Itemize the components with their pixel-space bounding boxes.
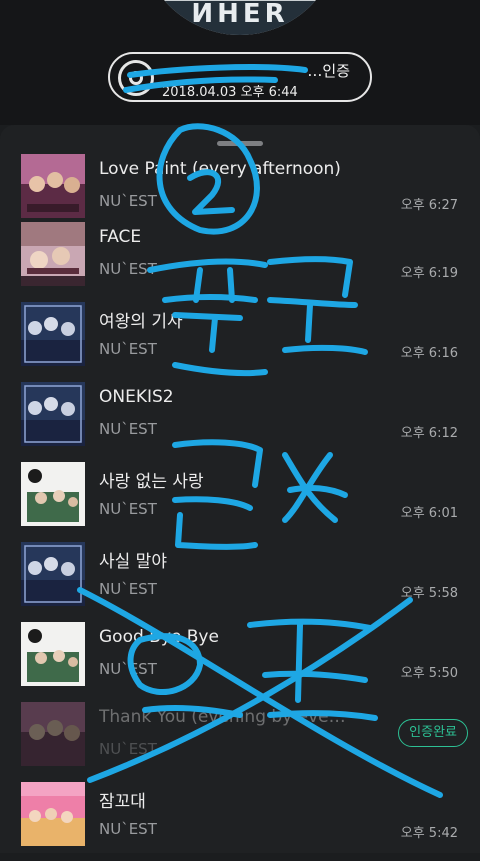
song-time: 오후 5:42: [400, 826, 458, 841]
song-artist: NU`EST: [99, 580, 157, 598]
song-row[interactable]: 잠꼬대 NU`EST 오후 5:42: [0, 781, 480, 861]
song-artist: NU`EST: [99, 820, 157, 838]
album-cover: [21, 702, 85, 766]
song-time: 오후 6:01: [400, 506, 458, 521]
song-title: Thank You (evening by eve…: [99, 707, 346, 727]
album-disc: ИHER: [140, 0, 340, 35]
song-title: FACE: [99, 227, 142, 247]
song-title: ONEKIS2: [99, 387, 174, 407]
song-artist: NU`EST: [99, 420, 157, 438]
song-row[interactable]: 사실 말야 NU`EST 오후 5:58: [0, 541, 480, 621]
song-row[interactable]: Good Bye Bye NU`EST 오후 5:50: [0, 621, 480, 701]
song-time: 오후 5:50: [400, 666, 458, 681]
song-row[interactable]: 사랑 없는 사랑 NU`EST 오후 6:01: [0, 461, 480, 541]
album-cover: [21, 782, 85, 846]
song-title: 사실 말야: [99, 552, 167, 572]
album-cover: [21, 382, 85, 446]
song-title: 잠꼬대: [99, 792, 146, 812]
song-title: Love Paint (every afternoon): [99, 159, 341, 179]
certified-badge: 인증완료: [398, 719, 468, 747]
song-title: 사랑 없는 사랑: [99, 472, 204, 492]
song-artist: NU`EST: [99, 500, 157, 518]
album-cover: [21, 542, 85, 606]
pill-title: …인증: [307, 62, 350, 80]
song-list-panel[interactable]: Love Paint (every afternoon) NU`EST 오후 6…: [0, 125, 480, 853]
song-artist: NU`EST: [99, 660, 157, 678]
song-artist: NU`EST: [99, 740, 157, 758]
song-row[interactable]: FACE NU`EST 오후 6:19: [0, 221, 480, 301]
album-cover: [21, 462, 85, 526]
pill-date: 2018.04.03 오후 6:44: [162, 85, 298, 100]
song-time: 오후 6:16: [400, 346, 458, 361]
song-time: 오후 6:27: [400, 198, 458, 213]
album-cover: [21, 154, 85, 218]
song-time: 오후 6:19: [400, 266, 458, 281]
song-row[interactable]: Thank You (evening by eve… NU`EST 인증완료: [0, 701, 480, 781]
song-time: 오후 5:58: [400, 586, 458, 601]
album-cover: [21, 302, 85, 366]
album-cover: [21, 622, 85, 686]
song-title: Good Bye Bye: [99, 627, 219, 647]
song-artist: NU`EST: [99, 340, 157, 358]
song-row[interactable]: ONEKIS2 NU`EST 오후 6:12: [0, 381, 480, 461]
song-time: 오후 6:12: [400, 426, 458, 441]
song-row[interactable]: 여왕의 기사 NU`EST 오후 6:16: [0, 301, 480, 381]
drag-handle[interactable]: [217, 141, 263, 146]
song-artist: NU`EST: [99, 192, 157, 210]
album-cover: [21, 222, 85, 286]
disc-text: ИHER: [191, 0, 289, 29]
vinyl-icon: [118, 60, 154, 96]
certification-pill[interactable]: …인증 2018.04.03 오후 6:44: [108, 52, 372, 102]
song-artist: NU`EST: [99, 260, 157, 278]
now-playing-header: ИHER …인증 2018.04.03 오후 6:44: [0, 0, 480, 125]
song-title: 여왕의 기사: [99, 312, 183, 332]
